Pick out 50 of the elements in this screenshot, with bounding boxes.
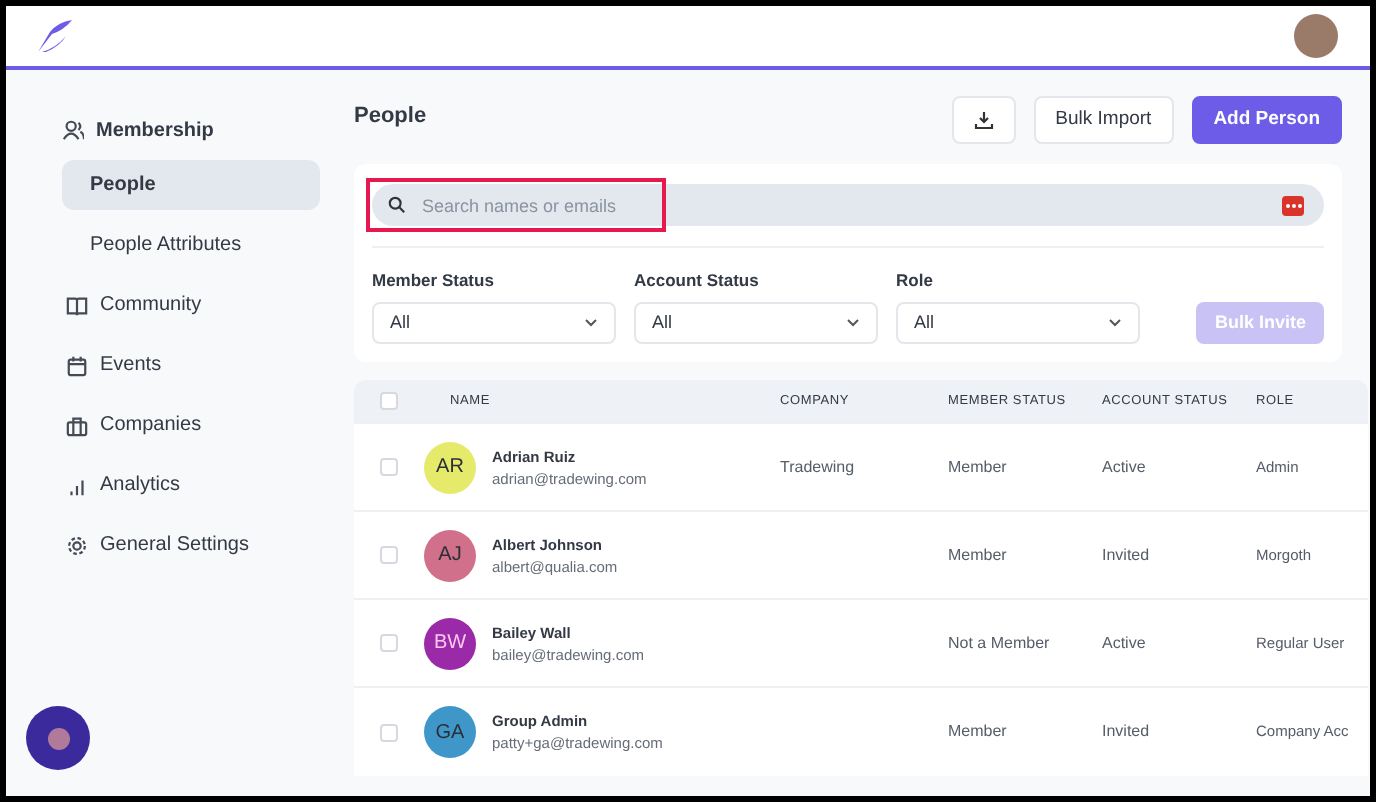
page-title: People (354, 102, 427, 132)
row-checkbox[interactable] (380, 634, 398, 653)
avatar-photo[interactable] (1294, 14, 1338, 58)
people-icon (62, 118, 84, 142)
password-manager-icon[interactable] (1282, 196, 1304, 216)
table-cell: Active (1102, 633, 1146, 652)
import-button[interactable]: Bulk Import (1033, 96, 1174, 144)
avatar: AR (424, 441, 476, 494)
row-checkbox[interactable] (380, 723, 398, 741)
row-checkbox[interactable] (380, 546, 398, 565)
sidebar-item[interactable]: People (62, 160, 320, 210)
select-all-checkbox[interactable] (380, 392, 398, 410)
avatar: GA (424, 706, 476, 758)
filter-select[interactable]: All (896, 301, 1140, 344)
chevron-icon (1108, 317, 1122, 328)
filter-select[interactable]: All (634, 301, 878, 344)
calendar-icon (66, 353, 88, 377)
sidebar-item[interactable]: Events (62, 340, 320, 390)
sidebar-item[interactable]: Analytics (62, 460, 320, 510)
sidebar-item[interactable]: General Settings (62, 520, 320, 570)
logo-icon[interactable] (34, 18, 74, 54)
download-icon (973, 110, 994, 130)
download-button[interactable] (951, 96, 1016, 144)
add-button[interactable]: Add Person (1191, 96, 1342, 144)
avatar: BW (424, 617, 476, 670)
chevron-icon (846, 317, 860, 328)
table-cell: Invited (1102, 722, 1150, 740)
chevron-icon (584, 317, 598, 328)
row-checkbox[interactable] (380, 458, 398, 477)
sidebar-item[interactable]: Community (62, 280, 320, 330)
sidebar-item[interactable]: Companies (62, 400, 320, 450)
section-heading: Membership (96, 117, 214, 145)
filter-label: Member Status (372, 268, 496, 294)
filter-select[interactable]: All (372, 301, 616, 344)
table-cell: Tradewing (780, 457, 855, 476)
table-cell: Active (1102, 457, 1146, 476)
book-icon (66, 293, 88, 317)
table-cell: Member (948, 457, 1007, 476)
table-cell: Invited (1102, 545, 1150, 564)
table-cell: Member (948, 545, 1007, 564)
avatar: AJ (424, 529, 476, 582)
table-cell: Member (948, 722, 1007, 740)
filter-label: Role (896, 268, 935, 294)
table-cell: Not a Member (948, 633, 1050, 652)
chat-launcher[interactable] (26, 706, 90, 770)
filter-label: Account Status (634, 268, 761, 294)
briefcase-icon (66, 413, 88, 437)
search-field[interactable]: Search names or emails (372, 184, 1324, 226)
settings-icon (66, 533, 88, 557)
sidebar-item[interactable]: People Attributes (62, 220, 320, 270)
